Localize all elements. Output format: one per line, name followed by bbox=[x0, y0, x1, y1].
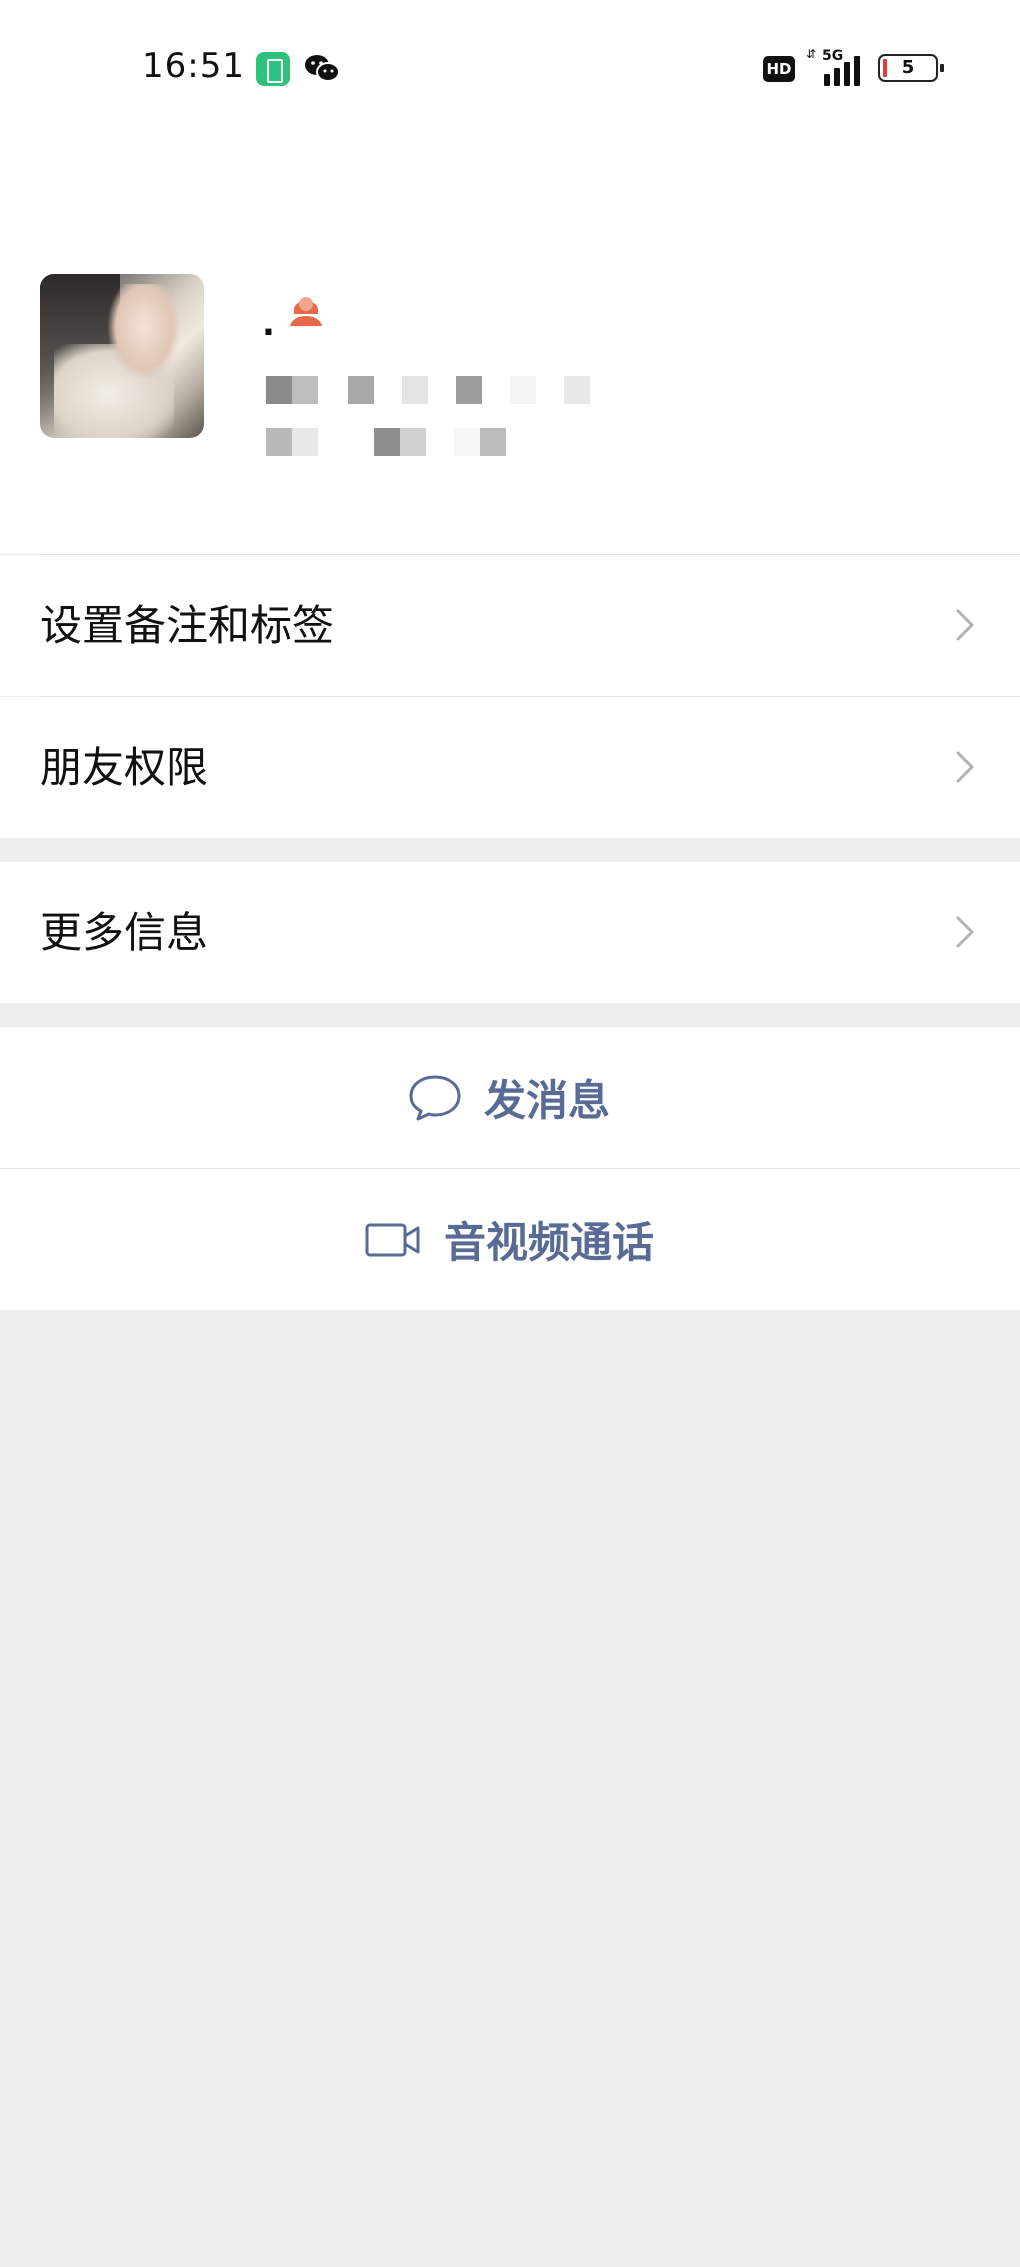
section-gap bbox=[0, 838, 1020, 862]
cell-label: 设置备注和标签 bbox=[40, 601, 335, 650]
section-gap bbox=[0, 1003, 1020, 1027]
battery-icon: 5 bbox=[878, 54, 944, 82]
avatar[interactable] bbox=[40, 274, 204, 438]
female-user-icon bbox=[290, 297, 322, 326]
battery-saver-icon bbox=[256, 52, 290, 86]
status-bar: 16:51 HD ⇵ 5G 5 bbox=[0, 0, 1020, 196]
cell-label: 朋友权限 bbox=[40, 743, 209, 792]
network-type: 5G bbox=[822, 48, 844, 64]
profile-name: . bbox=[262, 304, 275, 344]
more-info-cell[interactable]: 更多信息 bbox=[0, 862, 1020, 1003]
send-message-button[interactable]: 发消息 bbox=[0, 1027, 1020, 1168]
status-time: 16:51 bbox=[142, 46, 245, 86]
chevron-right-icon bbox=[956, 916, 974, 948]
video-camera-icon bbox=[365, 1223, 420, 1256]
friend-permissions-cell[interactable]: 朋友权限 bbox=[0, 697, 1020, 838]
chat-bubble-icon bbox=[409, 1075, 461, 1120]
wechat-icon bbox=[305, 55, 340, 82]
chevron-right-icon bbox=[956, 751, 974, 783]
data-arrows-icon: ⇵ bbox=[806, 47, 817, 61]
chevron-right-icon bbox=[956, 609, 974, 641]
hd-badge: HD bbox=[763, 56, 795, 82]
profile-card: . bbox=[0, 140, 1020, 554]
av-call-label: 音视频通话 bbox=[444, 1218, 655, 1267]
set-remark-tags-cell[interactable]: 设置备注和标签 bbox=[0, 555, 1020, 696]
battery-level-text: 5 bbox=[901, 57, 915, 78]
av-call-button[interactable]: 音视频通话 bbox=[0, 1169, 1020, 1310]
signal-icon: ⇵ 5G bbox=[806, 48, 866, 86]
cell-label: 更多信息 bbox=[40, 908, 209, 957]
send-message-label: 发消息 bbox=[484, 1076, 611, 1125]
